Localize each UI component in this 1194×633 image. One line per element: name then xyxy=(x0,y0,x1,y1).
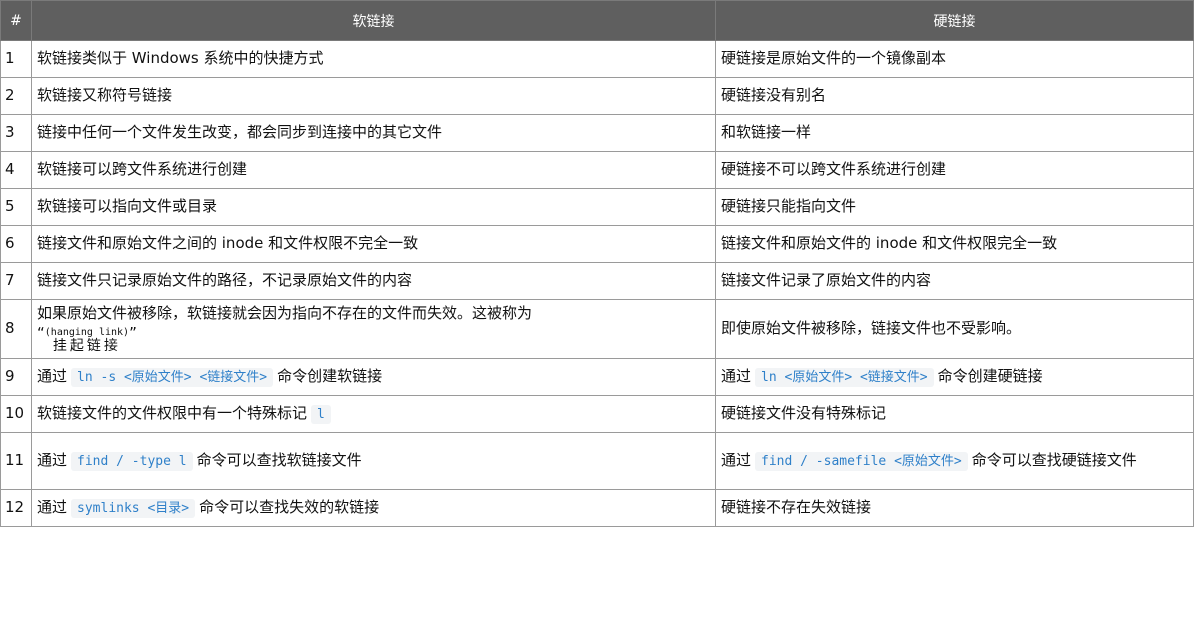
text-prefix: 通过 xyxy=(37,451,68,470)
soft-link-cell: 通过 ln -s <原始文件> <链接文件> 命令创建软链接 xyxy=(31,358,716,396)
text-suffix: 命令可以查找硬链接文件 xyxy=(971,451,1137,470)
header-number: # xyxy=(0,0,32,41)
hard-link-cell: 硬链接不可以跨文件系统进行创建 xyxy=(715,151,1194,189)
row-number: 7 xyxy=(0,262,32,300)
hard-link-cell: 即使原始文件被移除，链接文件也不受影响。 xyxy=(715,299,1194,359)
inline-code: ln -s <原始文件> <链接文件> xyxy=(71,368,274,388)
hanging-link-term: “(hanging link) 挂起链接” xyxy=(37,324,710,354)
row-number: 4 xyxy=(0,151,32,189)
text-suffix: 命令创建软链接 xyxy=(277,367,383,386)
text-suffix: 命令创建硬链接 xyxy=(937,367,1043,386)
soft-link-text: 如果原始文件被移除，软链接就会因为指向不存在的文件而失效。这被称为 xyxy=(37,304,533,323)
quote-close: ” xyxy=(129,323,137,342)
hard-link-cell: 硬链接文件没有特殊标记 xyxy=(715,395,1194,433)
row-number: 11 xyxy=(0,432,32,490)
header-row: # 软链接 硬链接 xyxy=(0,0,1194,41)
table-row: 8 如果原始文件被移除，软链接就会因为指向不存在的文件而失效。这被称为 “(ha… xyxy=(0,299,1194,359)
inline-code: l xyxy=(311,405,331,425)
text-prefix: 软链接文件的文件权限中有一个特殊标记 xyxy=(37,404,308,423)
table-row: 12 通过 symlinks <目录> 命令可以查找失效的软链接 硬链接不存在失效链… xyxy=(0,489,1194,527)
hard-link-cell: 硬链接只能指向文件 xyxy=(715,188,1194,226)
hanging-link-ruby: (hanging link) 挂起链接 xyxy=(45,327,129,354)
row-number: 8 xyxy=(0,299,32,359)
inline-code: symlinks <目录> xyxy=(71,499,196,519)
hard-link-cell: 和软链接一样 xyxy=(715,114,1194,152)
row-number: 3 xyxy=(0,114,32,152)
soft-link-cell: 链接文件只记录原始文件的路径，不记录原始文件的内容 xyxy=(31,262,716,300)
ruby-annotation: (hanging link) xyxy=(44,326,130,338)
text-prefix: 通过 xyxy=(721,367,752,386)
soft-link-cell: 链接中任何一个文件发生改变，都会同步到连接中的其它文件 xyxy=(31,114,716,152)
hard-link-cell: 通过 find / -samefile <原始文件> 命令可以查找硬链接文件 xyxy=(715,432,1194,490)
table-row: 10 软链接文件的文件权限中有一个特殊标记 l 硬链接文件没有特殊标记 xyxy=(0,395,1194,433)
hard-link-cell: 硬链接没有别名 xyxy=(715,77,1194,115)
quote-open: “ xyxy=(37,323,45,342)
header-soft-link: 软链接 xyxy=(31,0,716,41)
inline-code: find / -samefile <原始文件> xyxy=(755,452,968,472)
soft-link-cell: 软链接可以跨文件系统进行创建 xyxy=(31,151,716,189)
table-row: 4 软链接可以跨文件系统进行创建 硬链接不可以跨文件系统进行创建 xyxy=(0,151,1194,189)
table-row: 9 通过 ln -s <原始文件> <链接文件> 命令创建软链接 通过 ln <原始文… xyxy=(0,358,1194,396)
hard-link-cell: 硬链接是原始文件的一个镜像副本 xyxy=(715,40,1194,78)
inline-code: find / -type l xyxy=(71,452,193,472)
soft-link-cell: 软链接可以指向文件或目录 xyxy=(31,188,716,226)
soft-link-cell: 通过 find / -type l 命令可以查找软链接文件 xyxy=(31,432,716,490)
hard-link-cell: 链接文件和原始文件的 inode 和文件权限完全一致 xyxy=(715,225,1194,263)
row-number: 10 xyxy=(0,395,32,433)
soft-link-cell: 如果原始文件被移除，软链接就会因为指向不存在的文件而失效。这被称为 “(hang… xyxy=(31,299,716,359)
table-row: 5 软链接可以指向文件或目录 硬链接只能指向文件 xyxy=(0,188,1194,226)
table-row: 1 软链接类似于 Windows 系统中的快捷方式 硬链接是原始文件的一个镜像副… xyxy=(0,40,1194,78)
row-number: 9 xyxy=(0,358,32,396)
table-row: 2 软链接又称符号链接 硬链接没有别名 xyxy=(0,77,1194,115)
text-prefix: 通过 xyxy=(37,367,68,386)
hard-link-cell: 通过 ln <原始文件> <链接文件> 命令创建硬链接 xyxy=(715,358,1194,396)
hard-link-cell: 硬链接不存在失效链接 xyxy=(715,489,1194,527)
header-hard-link: 硬链接 xyxy=(715,0,1194,41)
ruby-base: 挂起链接 xyxy=(52,337,121,354)
table-row: 6 链接文件和原始文件之间的 inode 和文件权限不完全一致 链接文件和原始文… xyxy=(0,225,1194,263)
text-suffix: 命令可以查找失效的软链接 xyxy=(199,498,380,517)
soft-link-cell: 通过 symlinks <目录> 命令可以查找失效的软链接 xyxy=(31,489,716,527)
text-prefix: 通过 xyxy=(37,498,68,517)
inline-code: ln <原始文件> <链接文件> xyxy=(755,368,934,388)
hard-link-cell: 链接文件记录了原始文件的内容 xyxy=(715,262,1194,300)
table-row: 11 通过 find / -type l 命令可以查找软链接文件 通过 find / … xyxy=(0,432,1194,490)
table-row: 3 链接中任何一个文件发生改变，都会同步到连接中的其它文件 和软链接一样 xyxy=(0,114,1194,152)
row-number: 6 xyxy=(0,225,32,263)
comparison-table: # 软链接 硬链接 1 软链接类似于 Windows 系统中的快捷方式 硬链接是… xyxy=(0,0,1194,527)
soft-link-cell: 链接文件和原始文件之间的 inode 和文件权限不完全一致 xyxy=(31,225,716,263)
table-row: 7 链接文件只记录原始文件的路径，不记录原始文件的内容 链接文件记录了原始文件的… xyxy=(0,262,1194,300)
row-number: 12 xyxy=(0,489,32,527)
row-number: 5 xyxy=(0,188,32,226)
soft-link-cell: 软链接类似于 Windows 系统中的快捷方式 xyxy=(31,40,716,78)
text-prefix: 通过 xyxy=(721,451,752,470)
soft-link-cell: 软链接又称符号链接 xyxy=(31,77,716,115)
row-number: 2 xyxy=(0,77,32,115)
text-suffix: 命令可以查找软链接文件 xyxy=(196,451,362,470)
row-number: 1 xyxy=(0,40,32,78)
soft-link-cell: 软链接文件的文件权限中有一个特殊标记 l xyxy=(31,395,716,433)
